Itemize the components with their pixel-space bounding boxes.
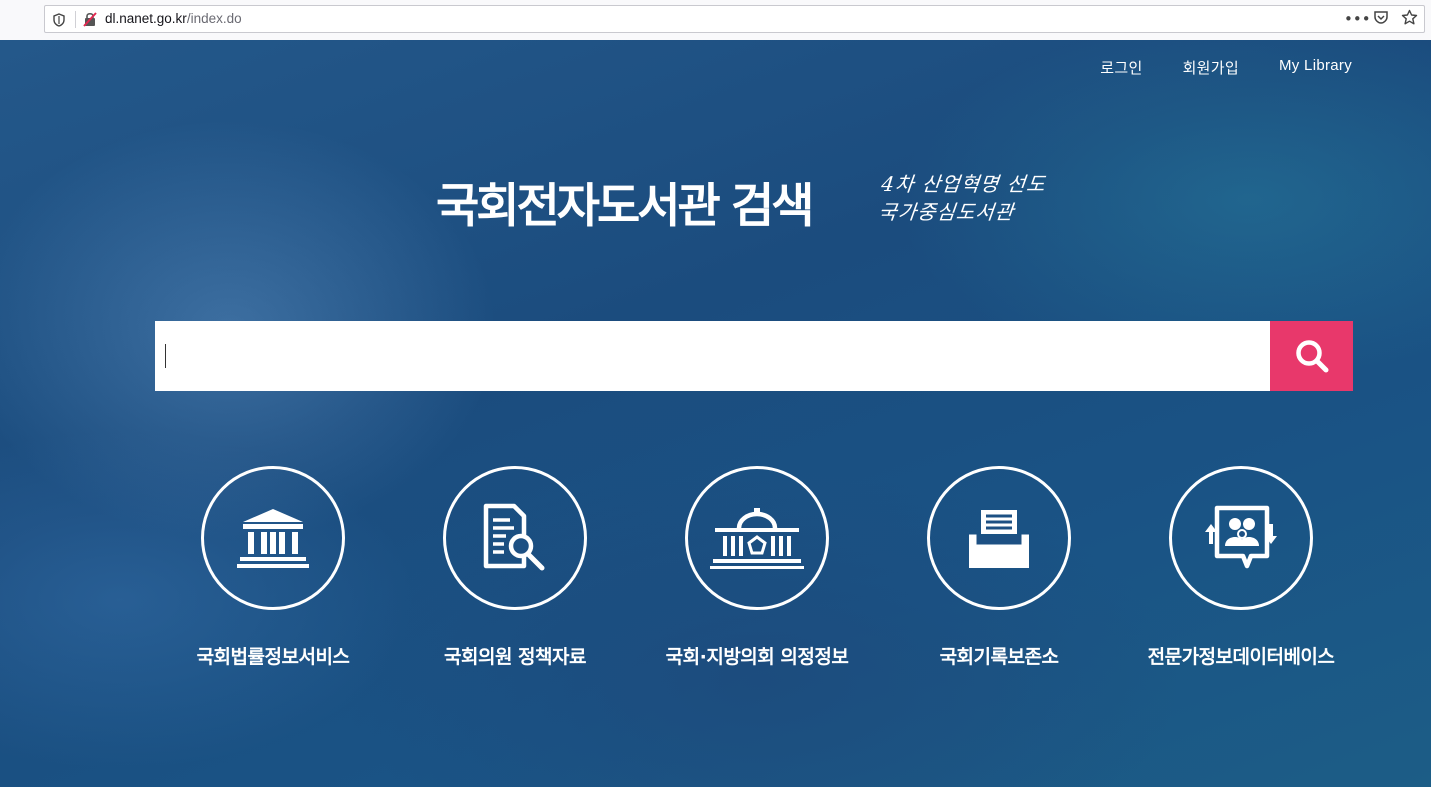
service-circle[interactable] bbox=[201, 466, 345, 610]
top-nav: 로그인 회원가입 My Library bbox=[1100, 57, 1352, 78]
page-title: 국회전자도서관 검색 bbox=[436, 179, 815, 234]
service-item-archives[interactable]: 국회기록보존소 bbox=[878, 466, 1120, 669]
pocket-icon[interactable] bbox=[1372, 9, 1390, 29]
bookmark-star-icon[interactable] bbox=[1400, 9, 1418, 29]
service-label[interactable]: 국회의원 정책자료 bbox=[394, 642, 636, 669]
search-icon bbox=[1295, 340, 1328, 373]
slogan-line-1: 4차 산업혁명 선도 bbox=[880, 172, 1047, 196]
archive-box-icon bbox=[969, 510, 1029, 568]
address-bar[interactable]: dl.nanet.go.kr/index.do ••• bbox=[44, 5, 1425, 33]
signup-link[interactable]: 회원가입 bbox=[1183, 57, 1239, 78]
text-caret bbox=[165, 344, 166, 368]
search-input[interactable] bbox=[155, 321, 1270, 391]
service-label[interactable]: 전문가정보데이터베이스 bbox=[1120, 642, 1362, 669]
assembly-building-icon bbox=[710, 508, 804, 569]
login-link[interactable]: 로그인 bbox=[1100, 57, 1142, 78]
service-label[interactable]: 국회기록보존소 bbox=[878, 642, 1120, 669]
page-actions-icon[interactable]: ••• bbox=[1344, 9, 1371, 29]
browser-toolbar: dl.nanet.go.kr/index.do ••• bbox=[0, 0, 1431, 41]
url-host: dl.nanet.go.kr bbox=[105, 11, 187, 26]
main-page: 로그인 회원가입 My Library 국회전자도서관 검색 4차 산업혁명 선… bbox=[0, 40, 1431, 787]
url-text[interactable]: dl.nanet.go.kr/index.do bbox=[105, 11, 242, 26]
service-circle[interactable] bbox=[927, 466, 1071, 610]
expert-people-icon bbox=[1205, 505, 1277, 569]
tracking-shield-icon[interactable] bbox=[53, 12, 65, 31]
service-circle[interactable] bbox=[685, 466, 829, 610]
url-path: /index.do bbox=[186, 11, 242, 26]
service-item-law-info[interactable]: 국회법률정보서비스 bbox=[152, 466, 394, 669]
service-circle[interactable] bbox=[443, 466, 587, 610]
address-divider bbox=[75, 11, 76, 28]
document-search-icon bbox=[483, 503, 545, 571]
insecure-lock-icon[interactable] bbox=[82, 11, 98, 32]
service-label[interactable]: 국회·지방의회 의정정보 bbox=[636, 642, 878, 669]
url-actions: ••• bbox=[1344, 9, 1418, 29]
service-label[interactable]: 국회법률정보서비스 bbox=[152, 642, 394, 669]
service-circle[interactable] bbox=[1169, 466, 1313, 610]
slogan-line-2: 국가중심도서관 bbox=[877, 200, 1016, 224]
my-library-link[interactable]: My Library bbox=[1279, 57, 1352, 78]
slogan: 4차 산업혁명 선도 국가중심도서관 bbox=[877, 170, 1047, 226]
service-item-expert-db[interactable]: 전문가정보데이터베이스 bbox=[1120, 466, 1362, 669]
service-item-council-info[interactable]: 국회·지방의회 의정정보 bbox=[636, 466, 878, 669]
search-box bbox=[155, 321, 1353, 391]
search-button[interactable] bbox=[1270, 321, 1353, 391]
service-item-policy-materials[interactable]: 국회의원 정책자료 bbox=[394, 466, 636, 669]
courthouse-icon bbox=[237, 509, 309, 568]
